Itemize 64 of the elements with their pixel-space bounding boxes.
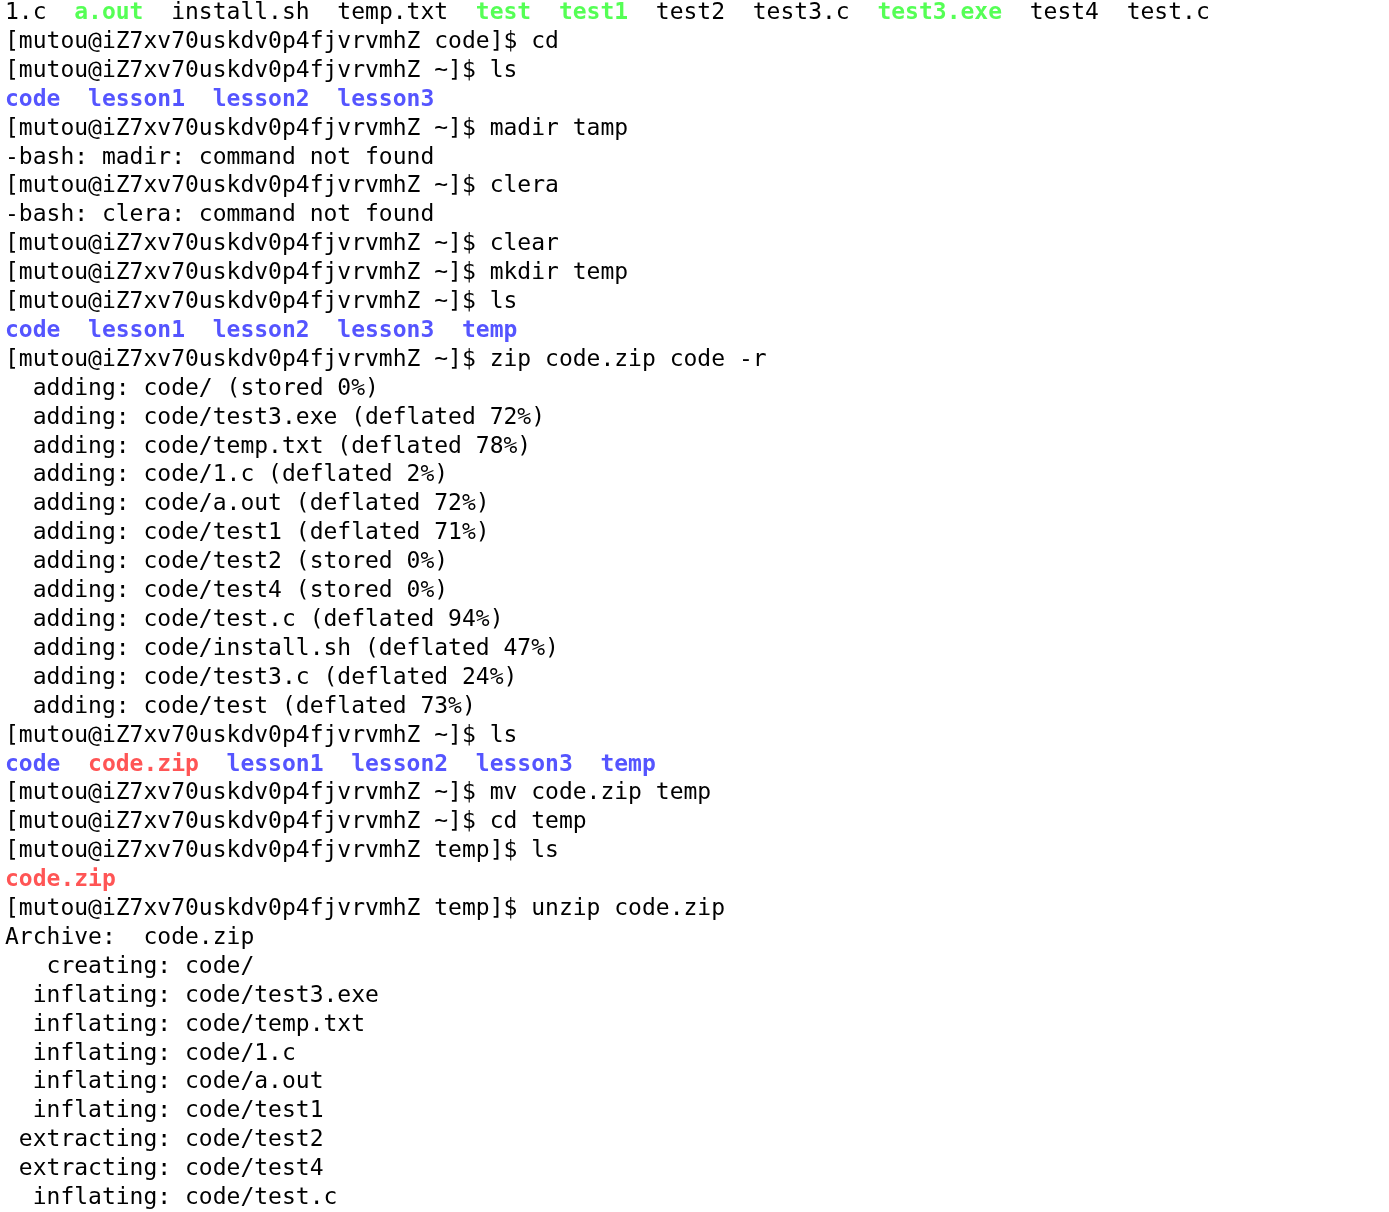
terminal-line: [mutou@iZ7xv70uskdv0p4fjvrvmhZ ~]$ ls <box>5 719 518 749</box>
terminal-line: adding: code/test2 (stored 0%) <box>31 546 449 576</box>
file-name: code <box>5 314 61 344</box>
terminal-line: Archive: code.zip <box>5 921 255 951</box>
terminal-line: [mutou@iZ7xv70uskdv0p4fjvrvmhZ ~]$ mv code.zip temp <box>5 777 712 807</box>
file-name: a.out <box>74 0 144 26</box>
terminal-line: [mutou@iZ7xv70uskdv0p4fjvrvmhZ ~]$ clear <box>5 228 559 258</box>
terminal-line: [mutou@iZ7xv70uskdv0p4fjvrvmhZ ~]$ zip code.zip code -r <box>5 343 767 373</box>
file-name: lesson3 <box>475 748 573 778</box>
file-name: lesson3 <box>337 314 435 344</box>
terminal-line: adding: code/1.c (deflated 2%) <box>31 459 449 489</box>
terminal-line: creating: code/ <box>45 950 255 980</box>
file-name: lesson1 <box>88 83 185 113</box>
terminal-line: [mutou@iZ7xv70uskdv0p4fjvrvmhZ ~]$ ls <box>5 286 518 315</box>
file-name: code <box>5 748 61 778</box>
file-name: test.c <box>1126 0 1210 26</box>
terminal-line: -bash: madir: command not found <box>5 141 435 171</box>
file-name: install.sh <box>171 0 310 26</box>
file-name: lesson2 <box>212 83 310 113</box>
file-name: lesson1 <box>88 314 185 344</box>
terminal-line: [mutou@iZ7xv70uskdv0p4fjvrvmhZ ~]$ madir tamp <box>5 112 629 142</box>
file-name: temp.txt <box>337 0 449 26</box>
file-name: test1 <box>558 0 629 26</box>
terminal-line: [mutou@iZ7xv70uskdv0p4fjvrvmhZ temp]$ ls <box>5 835 559 865</box>
terminal-line: inflating: code/test1 <box>31 1095 324 1125</box>
file-name: lesson2 <box>212 314 310 344</box>
file-name: test3.c <box>752 0 850 26</box>
terminal-line: adding: code/a.out (deflated 72%) <box>31 488 490 518</box>
file-name: code.zip <box>88 748 199 778</box>
terminal-line: adding: code/temp.txt (deflated 78%) <box>31 430 532 460</box>
terminal-line: inflating: code/test3.exe <box>31 979 379 1009</box>
terminal-line: inflating: code/test.c <box>31 1182 338 1211</box>
terminal-line: adding: code/ (stored 0%) <box>31 372 379 402</box>
terminal-line: adding: code/test1 (deflated 71%) <box>31 517 490 547</box>
terminal-line: [mutou@iZ7xv70uskdv0p4fjvrvmhZ ~]$ clera <box>5 170 559 200</box>
file-name: test2 <box>655 0 726 26</box>
terminal-line: [mutou@iZ7xv70uskdv0p4fjvrvmhZ temp]$ unzip code.zip <box>5 893 726 922</box>
terminal-line: [mutou@iZ7xv70uskdv0p4fjvrvmhZ ~]$ cd temp <box>5 806 587 836</box>
file-name: temp <box>461 314 518 344</box>
terminal-line: adding: code/test (deflated 73%) <box>31 690 476 720</box>
file-name: lesson1 <box>226 748 324 778</box>
terminal-line: adding: code/test3.c (deflated 24%) <box>31 661 518 691</box>
file-name: code <box>5 83 61 113</box>
terminal-line: [mutou@iZ7xv70uskdv0p4fjvrvmhZ ~]$ ls <box>5 54 518 84</box>
file-name: test4 <box>1029 0 1099 26</box>
file-name: 1.c <box>5 0 47 26</box>
file-name: test3.exe <box>877 0 1002 26</box>
terminal-line: adding: code/test.c (deflated 94%) <box>31 604 504 633</box>
terminal-line: adding: code/install.sh (deflated 47%) <box>31 632 559 662</box>
terminal-line: extracting: code/test4 <box>17 1153 324 1183</box>
file-name: test <box>475 0 532 26</box>
terminal-line: adding: code/test3.exe (deflated 72%) <box>31 401 546 431</box>
file-name: code.zip <box>5 864 116 893</box>
terminal-line: [mutou@iZ7xv70uskdv0p4fjvrvmhZ ~]$ mkdir temp <box>5 257 629 287</box>
terminal-line: -bash: clera: command not found <box>5 199 435 229</box>
file-name: lesson3 <box>337 83 435 113</box>
terminal-line: inflating: code/1.c <box>31 1037 296 1067</box>
terminal-line: extracting: code/test2 <box>17 1124 324 1154</box>
terminal-line: inflating: code/temp.txt <box>31 1008 366 1038</box>
terminal-line: [mutou@iZ7xv70uskdv0p4fjvrvmhZ code]$ cd <box>5 25 559 55</box>
file-name: lesson2 <box>351 748 449 778</box>
terminal-line: adding: code/test4 (stored 0%) <box>31 575 449 604</box>
terminal-line: inflating: code/a.out <box>31 1066 324 1096</box>
file-name: temp <box>600 748 656 778</box>
